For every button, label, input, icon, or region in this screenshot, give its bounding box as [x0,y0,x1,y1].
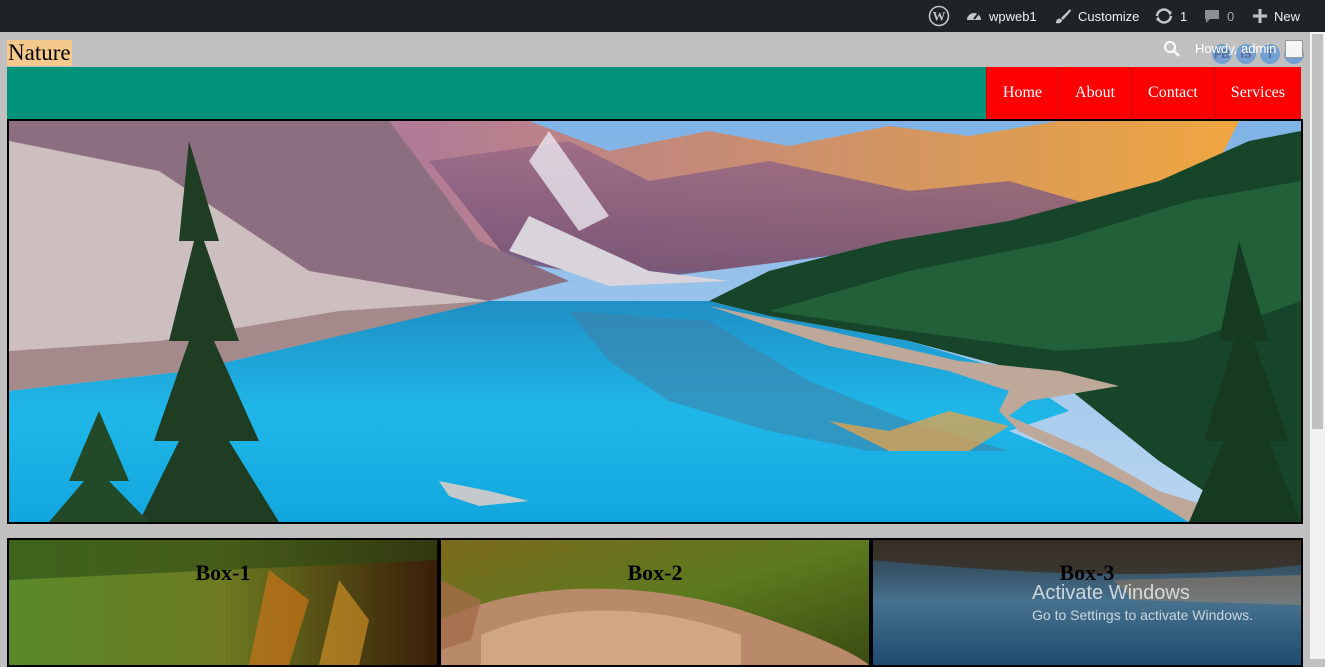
customize-label: Customize [1078,8,1140,24]
plus-icon [1252,8,1268,24]
nav-item-about[interactable]: About [1058,67,1132,119]
wordpress-menu[interactable]: W [928,0,950,32]
nav-menu: Home About Contact Services [985,67,1301,119]
box-1: Box-1 [7,538,439,667]
new-content-menu[interactable]: New [1252,0,1300,32]
howdy-user-menu[interactable]: Howdy, admin [1195,41,1276,56]
site-title[interactable]: Nature [7,40,72,66]
box-1-title: Box-1 [195,560,251,585]
new-label: New [1274,8,1301,24]
box-2-title: Box-2 [627,560,683,585]
nav-item-services[interactable]: Services [1213,67,1301,119]
brush-icon [1054,7,1072,25]
site-name-menu[interactable]: wpweb1 [965,0,1037,32]
updates-icon [1154,7,1174,25]
svg-text:W: W [933,9,946,24]
watermark-subtitle: Go to Settings to activate Windows. [1032,607,1253,623]
updates-link[interactable]: 1 [1154,0,1187,32]
site-name-label: wpweb1 [989,8,1037,24]
comment-icon [1203,7,1221,25]
scrollbar-thumb[interactable] [1312,34,1323,429]
customize-link[interactable]: Customize [1054,0,1139,32]
nav-item-contact[interactable]: Contact [1131,67,1214,119]
search-icon[interactable] [1163,40,1181,63]
page-scrollbar[interactable] [1310,32,1325,659]
updates-count: 1 [1180,8,1188,24]
dashboard-icon [965,7,983,25]
comments-link[interactable]: 0 [1203,0,1234,32]
nav-item-home[interactable]: Home [985,67,1059,119]
avatar[interactable] [1285,40,1303,58]
admin-bar: W wpweb1 Customize 1 0 New [0,0,1325,32]
watermark-title: Activate Windows [1032,582,1190,604]
box-2: Box-2 [439,538,871,667]
comments-count: 0 [1227,8,1235,24]
hero-image [7,119,1303,524]
wordpress-logo-icon: W [928,5,950,27]
activation-watermark: Activate Windows Go to Settings to activ… [1032,581,1253,625]
main-navigation: Home About Contact Services [7,67,1301,119]
